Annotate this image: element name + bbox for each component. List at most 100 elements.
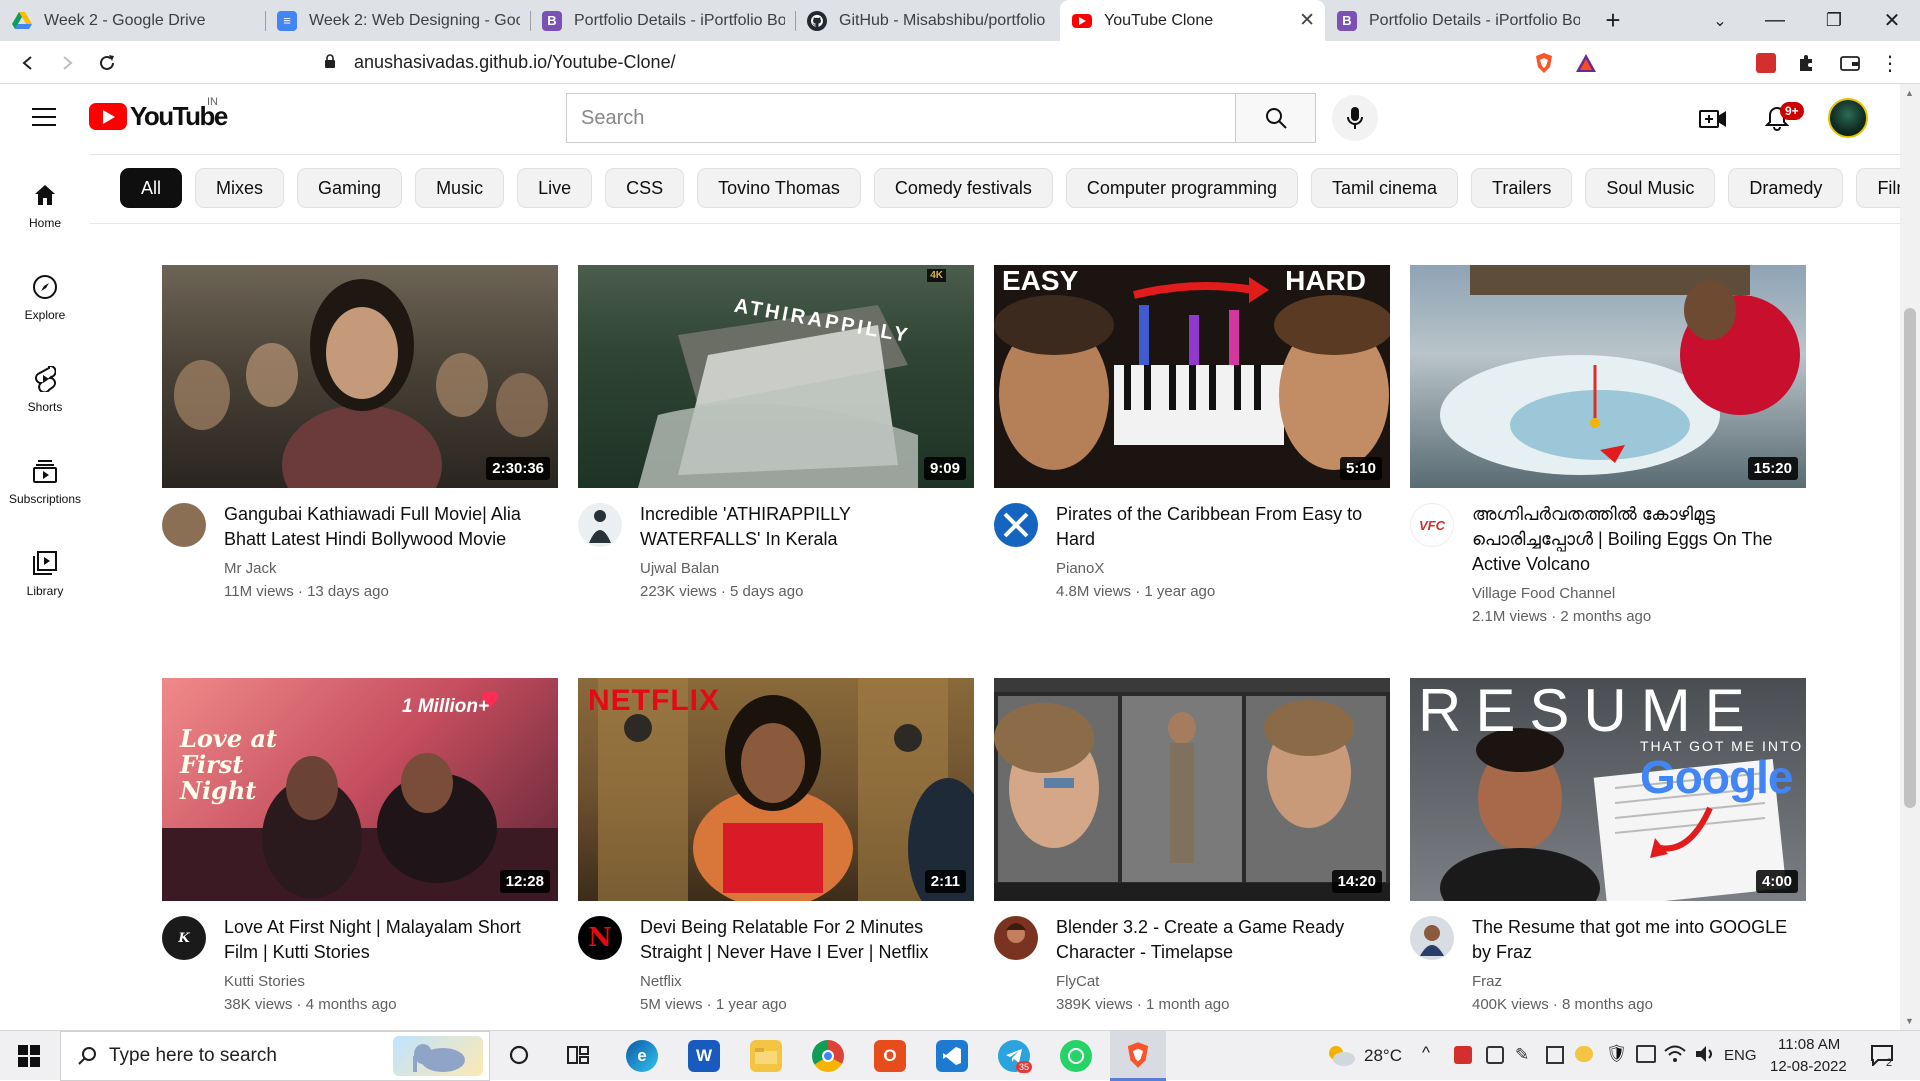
search-field[interactable]	[566, 93, 1236, 143]
forward-button[interactable]	[53, 49, 81, 77]
show-hidden-icons-chevron-icon[interactable]: ^	[1422, 1043, 1430, 1063]
restore-button[interactable]: ❐	[1806, 0, 1862, 41]
filter-chip[interactable]: Mixes	[195, 168, 285, 208]
channel-name[interactable]: Village Food Channel	[1472, 585, 1615, 602]
search-button[interactable]	[1235, 93, 1316, 143]
channel-avatar[interactable]: VFC	[1410, 503, 1454, 547]
video-thumbnail[interactable]: RESUME THAT GOT ME INTO Google 4:00	[1410, 678, 1806, 901]
channel-name[interactable]: Ujwal Balan	[640, 560, 719, 577]
scroll-up-arrow-icon[interactable]: ▲	[1905, 88, 1914, 98]
vscode-icon[interactable]	[936, 1040, 968, 1072]
browser-tab-github[interactable]: GitHub - Misabshibu/portfolio	[795, 0, 1060, 41]
minimize-button[interactable]: —	[1747, 0, 1803, 41]
word-icon[interactable]: W	[688, 1040, 720, 1072]
video-title[interactable]: Incredible 'ATHIRAPPILLY WATERFALLS' In …	[640, 502, 974, 552]
sidebar-item-library[interactable]: Library	[0, 522, 90, 598]
tab-search-chevron-icon[interactable]: ⌄	[1692, 0, 1748, 41]
browser-tab-portfolio[interactable]: B Portfolio Details - iPortfolio Boot	[530, 0, 795, 41]
channel-avatar[interactable]: K	[162, 916, 206, 960]
scrollbar-thumb[interactable]	[1904, 308, 1916, 808]
address-bar[interactable]: anushasivadas.github.io/Youtube-Clone/	[262, 45, 1607, 79]
channel-name[interactable]: Netflix	[640, 973, 682, 990]
video-card[interactable]: 14:20 Blender 3.2 - Create a Game Ready …	[994, 678, 1390, 1021]
channel-avatar[interactable]	[578, 503, 622, 547]
filter-chip[interactable]: CSS	[605, 168, 685, 208]
sidebar-item-home[interactable]: Home	[0, 154, 90, 230]
weather-icon[interactable]	[1326, 1043, 1356, 1072]
video-card[interactable]: EASY HARD 5:10 Pirates of the Caribbean …	[994, 265, 1390, 608]
video-thumbnail[interactable]: 15:20	[1410, 265, 1806, 488]
video-thumbnail[interactable]: ATHIRAPPILLY 4K 9:09	[578, 265, 974, 488]
channel-name[interactable]: Mr Jack	[224, 560, 277, 577]
channel-name[interactable]: FlyCat	[1056, 973, 1099, 990]
filter-chip[interactable]: Tovino Thomas	[697, 168, 861, 208]
edge-browser-icon[interactable]: e	[626, 1040, 658, 1072]
video-card[interactable]: 15:20 VFC അഗ്നിപർവതത്തിൽ കോഴിമുട്ട പൊരിച…	[1410, 265, 1806, 625]
video-thumbnail[interactable]: Love at First Night 1 Million+ 12:28	[162, 678, 558, 901]
youtube-logo[interactable]: YouTube IN	[89, 96, 228, 132]
extensions-puzzle-icon[interactable]	[1792, 49, 1820, 77]
scroll-down-arrow-icon[interactable]: ▼	[1905, 1016, 1914, 1026]
filter-chip[interactable]: Music	[415, 168, 505, 208]
channel-name[interactable]: Kutti Stories	[224, 973, 305, 990]
tray-security-icon[interactable]: 🛡	[1606, 1044, 1628, 1064]
video-thumbnail[interactable]: NETFLIX 2:11	[578, 678, 974, 901]
clock-date[interactable]: 12-08-2022	[1770, 1058, 1847, 1075]
filter-chip[interactable]: Soul Music	[1585, 168, 1716, 208]
task-view-icon[interactable]	[566, 1044, 590, 1071]
taskbar-search-box[interactable]: Type here to search	[60, 1031, 490, 1081]
filter-chip[interactable]: Dramedy	[1728, 168, 1844, 208]
wifi-icon[interactable]	[1664, 1044, 1686, 1069]
sidebar-item-explore[interactable]: Explore	[0, 246, 90, 322]
video-title[interactable]: അഗ്നിപർവതത്തിൽ കോഴിമുട്ട പൊരിച്ചപ്പോൾ | …	[1472, 502, 1806, 577]
wallet-icon[interactable]	[1836, 49, 1864, 77]
video-thumbnail[interactable]: 14:20	[994, 678, 1390, 901]
browser-tab-google-drive[interactable]: Week 2 - Google Drive	[0, 0, 265, 41]
close-window-button[interactable]: ✕	[1864, 0, 1920, 41]
tray-device-icon[interactable]	[1486, 1046, 1504, 1064]
filter-chip[interactable]: Trailers	[1471, 168, 1573, 208]
brave-taskbar-button[interactable]	[1110, 1031, 1166, 1081]
netflix-logo-icon[interactable]: N	[578, 916, 622, 960]
account-avatar[interactable]	[1828, 98, 1868, 138]
create-video-button[interactable]	[1697, 103, 1729, 135]
new-tab-button[interactable]: +	[1586, 0, 1640, 41]
menu-kebab-icon[interactable]: ⋮	[1876, 49, 1904, 77]
filter-chip[interactable]: Tamil cinema	[1311, 168, 1459, 208]
close-tab-icon[interactable]: ✕	[1299, 9, 1315, 32]
channel-avatar[interactable]	[1410, 916, 1454, 960]
browser-tab-google-docs[interactable]: ≡ Week 2: Web Designing - Google	[265, 0, 530, 41]
video-title[interactable]: Blender 3.2 - Create a Game Ready Charac…	[1056, 915, 1390, 965]
sidebar-item-shorts[interactable]: Shorts	[0, 338, 90, 414]
channel-avatar[interactable]	[162, 503, 206, 547]
video-card[interactable]: NETFLIX 2:11 N Devi Being Relatable For …	[578, 678, 974, 1021]
extension-icon[interactable]	[1752, 49, 1780, 77]
tray-cloud-icon[interactable]	[1575, 1046, 1593, 1062]
file-explorer-icon[interactable]	[750, 1040, 782, 1072]
filter-chip[interactable]: Filmi	[1856, 168, 1900, 208]
video-title[interactable]: Devi Being Relatable For 2 Minutes Strai…	[640, 915, 974, 965]
browser-tab-youtube-clone[interactable]: YouTube Clone ✕	[1060, 0, 1325, 41]
voice-search-button[interactable]	[1332, 95, 1378, 141]
clock-time[interactable]: 11:08 AM	[1778, 1036, 1840, 1053]
filter-chip[interactable]: Live	[517, 168, 593, 208]
volume-icon[interactable]	[1694, 1044, 1716, 1069]
weather-temperature[interactable]: 28°C	[1364, 1046, 1402, 1066]
filter-chip[interactable]: Computer programming	[1065, 168, 1298, 208]
back-button[interactable]	[14, 49, 42, 77]
video-title[interactable]: Love At First Night | Malayalam Short Fi…	[224, 915, 558, 965]
video-card[interactable]: RESUME THAT GOT ME INTO Google 4:00 The …	[1410, 678, 1806, 1021]
cortana-circle-icon[interactable]	[508, 1044, 530, 1071]
input-language[interactable]: ENG	[1724, 1047, 1757, 1064]
filter-chip[interactable]: Comedy festivals	[873, 168, 1053, 208]
reload-button[interactable]	[93, 49, 121, 77]
office-icon[interactable]: O	[874, 1040, 906, 1072]
sidebar-item-subscriptions[interactable]: Subscriptions	[0, 430, 90, 506]
video-title[interactable]: Pirates of the Caribbean From Easy to Ha…	[1056, 502, 1390, 552]
video-title[interactable]: The Resume that got me into GOOGLE by Fr…	[1472, 915, 1806, 965]
filter-chip[interactable]: Gaming	[297, 168, 403, 208]
brave-rewards-icon[interactable]	[1572, 49, 1600, 77]
video-card[interactable]: Love at First Night 1 Million+ 12:28 K L…	[162, 678, 558, 1021]
channel-name[interactable]: Fraz	[1472, 973, 1502, 990]
browser-tab-portfolio-2[interactable]: B Portfolio Details - iPortfolio Boot	[1325, 0, 1590, 41]
